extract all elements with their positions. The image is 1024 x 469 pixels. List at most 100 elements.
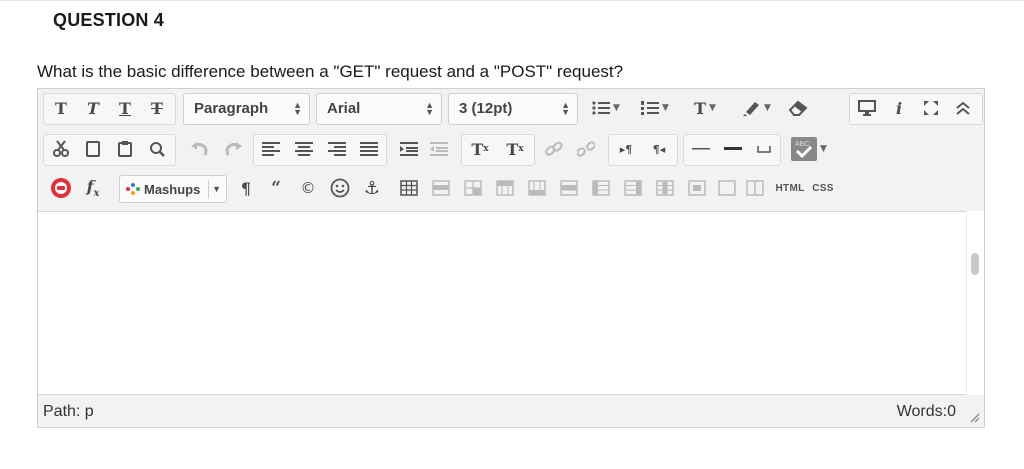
special-char-button[interactable]: © [295, 173, 321, 203]
spellcheck-button[interactable]: ABC ▼ [787, 134, 831, 164]
top-divider [0, 0, 1024, 1]
dropdown-separator [208, 180, 209, 198]
scrollbar-thumb[interactable] [971, 253, 979, 275]
horizontal-rule-button[interactable] [687, 134, 715, 164]
insert-link-button[interactable] [540, 134, 568, 164]
chevron-down-icon: ▼ [212, 184, 221, 194]
row-before-icon [496, 180, 514, 196]
highlighter-icon [743, 102, 760, 116]
delete-row-icon [560, 180, 578, 196]
table-row-props-button[interactable] [427, 173, 455, 203]
paragraph-select[interactable]: Paragraph ▲ ▼ [183, 93, 310, 125]
horizontal-line-icon [692, 148, 710, 150]
insert-col-before-button[interactable] [587, 173, 615, 203]
copy-icon [86, 141, 100, 157]
subscript-button[interactable]: Tx [499, 134, 531, 164]
merge-cells-icon [718, 180, 736, 196]
paste-button[interactable] [111, 134, 139, 164]
table-cell-icon [464, 180, 482, 196]
redo-icon [225, 142, 242, 156]
paragraph-mark-button[interactable]: ¶ [233, 173, 259, 203]
clear-formatting-button[interactable] [783, 93, 813, 123]
split-cells-button[interactable] [683, 173, 711, 203]
row-after-icon [528, 180, 546, 196]
bullet-list-icon [592, 101, 611, 115]
record-mashup-button[interactable] [47, 173, 75, 203]
editor-scrollbar[interactable] [966, 211, 984, 395]
element-path[interactable]: Path: p [43, 403, 94, 421]
resize-grip-icon[interactable] [968, 411, 980, 423]
css-button[interactable]: CSS [809, 173, 837, 203]
outdent-icon [430, 142, 448, 156]
numbered-list-icon [641, 101, 660, 115]
underline-button[interactable]: T [111, 93, 139, 123]
indent-icon [400, 142, 418, 156]
subscript-icon: T [506, 139, 519, 159]
link-icon [545, 141, 563, 156]
mashups-label: Mashups [144, 181, 201, 197]
word-count: Words:0 [896, 403, 956, 420]
font-select[interactable]: Arial ▲ ▼ [316, 93, 442, 125]
insert-row-before-button[interactable] [491, 173, 519, 203]
math-editor-button[interactable]: fx [79, 173, 107, 203]
editor-status-bar: Path: p Words:0 [38, 395, 984, 427]
insert-col-after-button[interactable] [619, 173, 647, 203]
strikethrough-button[interactable]: T [143, 93, 171, 123]
pilcrow-icon: ¶ [240, 178, 252, 198]
align-left-button[interactable] [257, 134, 285, 164]
copyright-icon: © [300, 179, 316, 197]
ltr-button[interactable]: ▸¶ [611, 134, 641, 164]
numbered-list-button[interactable]: ▼ [633, 93, 677, 123]
delete-col-button[interactable] [651, 173, 679, 203]
font-size-select[interactable]: 3 (12pt) ▲ ▼ [448, 93, 578, 125]
rtl-icon: ¶◂ [652, 142, 666, 156]
unlink-icon [577, 141, 595, 157]
anchor-button[interactable]: ⚓ [359, 173, 385, 203]
rtl-button[interactable]: ¶◂ [644, 134, 674, 164]
indent-button[interactable] [395, 134, 423, 164]
align-right-button[interactable] [323, 134, 351, 164]
undo-button[interactable] [186, 134, 214, 164]
merge-cells-button[interactable] [713, 173, 741, 203]
thick-line-button[interactable] [719, 134, 747, 164]
find-button[interactable] [143, 134, 171, 164]
search-icon [150, 142, 165, 157]
col-before-icon [592, 180, 610, 196]
superscript-button[interactable]: Tx [464, 134, 496, 164]
rich-text-editor: T T T T Paragraph ▲ ▼ Arial ▲ ▼ 3 (12pt) ▲… [37, 88, 985, 428]
editor-content-area[interactable] [38, 211, 966, 395]
subscript-x-icon: x [518, 144, 524, 154]
justify-button[interactable] [355, 134, 383, 164]
unlink-button[interactable] [572, 134, 600, 164]
collapse-toolbar-button[interactable] [949, 93, 977, 123]
insert-table-button[interactable] [395, 173, 423, 203]
emoticon-button[interactable] [327, 173, 353, 203]
text-color-button[interactable]: T ▼ [683, 93, 727, 123]
highlight-color-button[interactable]: ▼ [733, 93, 779, 123]
font-size-select-value: 3 (12pt) [459, 100, 513, 117]
paragraph-select-value: Paragraph [194, 100, 269, 117]
table-icon [400, 180, 418, 196]
outdent-button[interactable] [425, 134, 453, 164]
delete-col-icon [656, 180, 674, 196]
copy-button[interactable] [79, 134, 107, 164]
bullet-list-button[interactable]: ▼ [584, 93, 628, 123]
nonbreaking-space-button[interactable] [750, 134, 778, 164]
redo-button[interactable] [219, 134, 247, 164]
question-title: QUESTION 4 [53, 10, 165, 30]
cut-button[interactable] [47, 134, 75, 164]
insert-row-after-button[interactable] [523, 173, 551, 203]
html-source-button[interactable]: HTML [773, 173, 807, 203]
info-button[interactable]: i [885, 93, 913, 123]
delete-row-button[interactable] [555, 173, 583, 203]
preview-button[interactable] [853, 93, 881, 123]
bold-button[interactable]: T [47, 93, 75, 123]
table-cell-props-button[interactable] [459, 173, 487, 203]
table-split-button[interactable] [741, 173, 769, 203]
mashups-dropdown[interactable]: Mashups ▼ [119, 175, 227, 203]
italic-button[interactable]: T [79, 93, 107, 123]
blockquote-button[interactable]: “ [263, 173, 289, 203]
align-center-button[interactable] [290, 134, 318, 164]
undo-icon [191, 142, 208, 156]
fullscreen-button[interactable] [917, 93, 945, 123]
